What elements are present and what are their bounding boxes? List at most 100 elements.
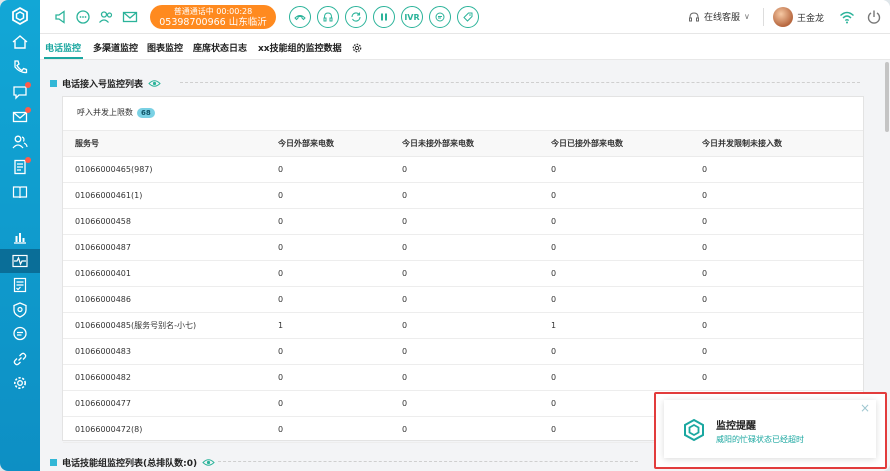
count-cell: 0 xyxy=(278,156,402,183)
active-tab-indicator xyxy=(44,57,83,59)
service-number-cell: 01066000486 xyxy=(63,286,278,313)
sidebar-item-messages[interactable] xyxy=(0,322,40,346)
tab-chart-monitor[interactable]: 图表监控 xyxy=(147,41,183,54)
sidebar-item-phone[interactable] xyxy=(0,55,40,79)
sidebar-item-quality[interactable] xyxy=(0,273,40,297)
gear-icon[interactable] xyxy=(351,39,363,58)
concurrency-limit: 呼入并发上限数 68 xyxy=(77,107,155,118)
toast-title: 监控提醒 xyxy=(716,421,756,432)
count-cell: 0 xyxy=(278,286,402,313)
table-row[interactable]: 01066000465(987) 0 0 0 0 xyxy=(63,156,863,183)
customer-icon[interactable] xyxy=(97,8,115,26)
link-icon xyxy=(13,352,27,366)
ivr-button[interactable]: IVR xyxy=(401,6,423,28)
table-row[interactable]: 01066000482 0 0 0 0 xyxy=(63,364,863,391)
sidebar-item-monitor[interactable] xyxy=(0,249,40,273)
count-cell: 0 xyxy=(402,286,551,313)
table-row[interactable]: 01066000461(1) 0 0 0 0 xyxy=(63,182,863,209)
tab-multichannel-monitor[interactable]: 多渠道监控 xyxy=(93,41,138,54)
book-icon xyxy=(12,186,28,199)
sidebar-item-mail[interactable] xyxy=(0,105,40,129)
section-title-text: 电话技能组监控列表(总排队数:0) xyxy=(62,459,198,469)
eye-icon[interactable] xyxy=(148,79,161,88)
sidebar-item-tickets[interactable] xyxy=(0,155,40,179)
chevron-down-icon: ∨ xyxy=(744,12,750,21)
count-cell: 0 xyxy=(278,338,402,365)
sidebar-item-links[interactable] xyxy=(0,347,40,371)
tag-button[interactable] xyxy=(457,6,479,28)
shield-icon xyxy=(13,302,27,318)
column-header[interactable]: 今日未接外部来电数 xyxy=(402,130,551,157)
column-header[interactable]: 服务号 xyxy=(63,130,278,157)
concurrency-badge: 68 xyxy=(137,107,155,118)
scrollbar-thumb[interactable] xyxy=(885,62,889,132)
count-cell: 0 xyxy=(402,312,551,339)
close-icon[interactable]: × xyxy=(860,401,870,415)
pulse-monitor-icon xyxy=(12,254,28,268)
column-header[interactable]: 今日并发限制未接入数 xyxy=(702,130,863,157)
hangup-button[interactable] xyxy=(289,6,311,28)
message-button[interactable] xyxy=(429,6,451,28)
column-header[interactable]: 今日外部来电数 xyxy=(278,130,402,157)
count-cell: 0 xyxy=(551,260,702,287)
concurrency-label: 呼入并发上限数 xyxy=(77,108,133,117)
transfer-button[interactable] xyxy=(345,6,367,28)
sidebar-item-reports[interactable] xyxy=(0,225,40,249)
sidebar-item-knowledge[interactable] xyxy=(0,180,40,204)
tab-phone-monitor[interactable]: 电话监控 xyxy=(45,41,81,54)
bar-chart-icon xyxy=(14,233,26,244)
count-cell: 0 xyxy=(702,182,863,209)
table-row[interactable]: 01066000487 0 0 0 0 xyxy=(63,234,863,261)
pause-button[interactable] xyxy=(373,6,395,28)
table-row[interactable]: 01066000483 0 0 0 0 xyxy=(63,338,863,365)
envelope-icon[interactable] xyxy=(121,8,139,26)
table-row[interactable]: 01066000401 0 0 0 0 xyxy=(63,260,863,287)
service-number-cell: 01066000483 xyxy=(63,338,278,365)
count-cell: 0 xyxy=(278,182,402,209)
section-title-text: 电话接入号监控列表 xyxy=(62,80,144,90)
tab-skill-group-monitor[interactable]: xx技能组的监控数据 xyxy=(258,41,342,54)
sidebar-item-settings[interactable] xyxy=(0,371,40,395)
service-number-cell: 01066000472(8) xyxy=(63,416,278,443)
chat-icon[interactable] xyxy=(74,8,92,26)
service-number-cell: 01066000482 xyxy=(63,364,278,391)
sidebar-item-contacts[interactable] xyxy=(0,130,40,154)
phone-icon xyxy=(14,60,28,74)
hold-button[interactable] xyxy=(317,6,339,28)
user-name[interactable]: 王金龙 xyxy=(797,11,824,24)
section-divider xyxy=(218,461,638,462)
sidebar xyxy=(0,0,40,471)
refresh-icon xyxy=(351,12,361,22)
count-cell: 0 xyxy=(402,208,551,235)
sidebar-item-security[interactable] xyxy=(0,298,40,322)
online-status-label: 在线客服 xyxy=(704,13,741,23)
count-cell: 0 xyxy=(551,338,702,365)
count-cell: 0 xyxy=(402,234,551,261)
power-icon[interactable] xyxy=(865,8,883,26)
call-status-pill[interactable]: 普通通话中 00:00:28 05398700966 山东临沂 xyxy=(150,5,276,29)
section-title-phone-numbers: 电话接入号监控列表 xyxy=(50,77,161,90)
count-cell: 0 xyxy=(278,390,402,417)
count-cell: 0 xyxy=(702,364,863,391)
online-status-dropdown[interactable]: 在线客服 ∨ xyxy=(688,10,750,23)
hangup-icon xyxy=(294,15,306,21)
count-cell: 0 xyxy=(702,156,863,183)
speaker-icon[interactable] xyxy=(52,8,70,26)
service-number-cell: 01066000485(服务号别名-小七) xyxy=(63,312,278,339)
count-cell: 0 xyxy=(551,208,702,235)
tab-agent-status-log[interactable]: 座席状态日志 xyxy=(193,41,247,54)
pause-icon xyxy=(381,13,387,21)
message-circle-icon xyxy=(13,326,27,341)
tag-icon xyxy=(463,12,473,22)
table-row[interactable]: 01066000486 0 0 0 0 xyxy=(63,286,863,313)
column-header[interactable]: 今日已接外部来电数 xyxy=(551,130,702,157)
table-row[interactable]: 01066000458 0 0 0 0 xyxy=(63,208,863,235)
eye-icon[interactable] xyxy=(202,458,215,467)
sidebar-item-chat[interactable] xyxy=(0,80,40,104)
sidebar-item-home[interactable] xyxy=(0,30,40,54)
monitor-alert-toast[interactable]: 监控提醒 威阳的忙碌状态已经超时 × xyxy=(664,400,876,458)
section-divider xyxy=(180,82,860,83)
table-row[interactable]: 01066000485(服务号别名-小七) 1 0 1 0 xyxy=(63,312,863,339)
avatar[interactable] xyxy=(773,7,793,27)
headset-icon xyxy=(689,11,699,21)
